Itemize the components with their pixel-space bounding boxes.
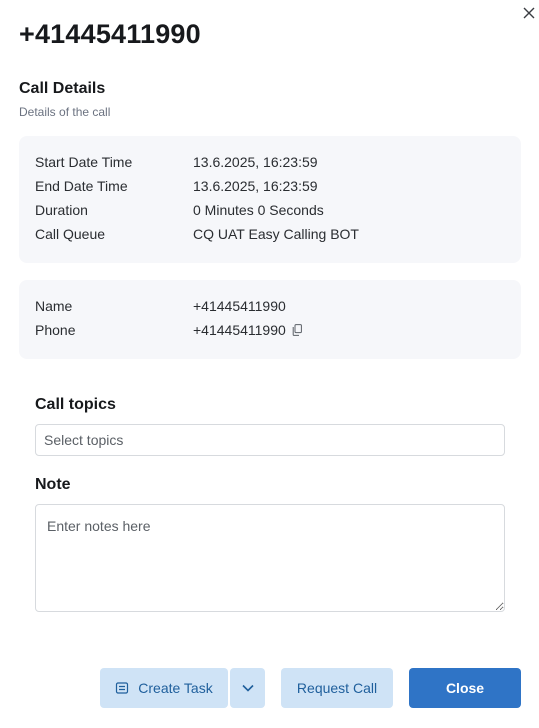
- detail-value: 0 Minutes 0 Seconds: [193, 202, 324, 218]
- chevron-down-icon: [241, 684, 254, 692]
- contact-value: +41445411990: [193, 322, 286, 338]
- detail-key: End Date Time: [35, 178, 128, 194]
- close-button[interactable]: Close: [409, 668, 521, 708]
- create-task-button[interactable]: Create Task: [100, 668, 228, 708]
- call-details-card: Start Date Time 13.6.2025, 16:23:59 End …: [19, 136, 521, 263]
- contact-key: Phone: [35, 322, 76, 338]
- detail-row-queue: Call Queue CQ UAT Easy Calling BOT: [35, 224, 359, 244]
- detail-value: 13.6.2025, 16:23:59: [193, 178, 318, 194]
- contact-card: Name +41445411990 Phone +41445411990: [19, 280, 521, 359]
- call-topics-select[interactable]: [35, 424, 505, 456]
- detail-value: CQ UAT Easy Calling BOT: [193, 226, 359, 242]
- contact-value: +41445411990: [193, 298, 286, 314]
- create-task-label: Create Task: [138, 680, 213, 696]
- detail-key: Duration: [35, 202, 88, 218]
- detail-key: Start Date Time: [35, 154, 133, 170]
- detail-value: 13.6.2025, 16:23:59: [193, 154, 318, 170]
- contact-key: Name: [35, 298, 73, 314]
- contact-value-wrap: +41445411990: [193, 322, 302, 338]
- task-icon: [115, 681, 129, 695]
- call-details-dialog: +41445411990 Call Details Details of the…: [0, 0, 539, 728]
- close-icon[interactable]: [520, 4, 538, 22]
- detail-row-end: End Date Time 13.6.2025, 16:23:59: [35, 176, 318, 196]
- detail-row-duration: Duration 0 Minutes 0 Seconds: [35, 200, 324, 220]
- copy-icon[interactable]: [292, 324, 302, 336]
- section-subtitle: Details of the call: [19, 105, 111, 119]
- create-task-dropdown-button[interactable]: [230, 668, 265, 708]
- section-title: Call Details: [19, 80, 106, 97]
- call-topics-label: Call topics: [35, 396, 116, 413]
- detail-row-start: Start Date Time 13.6.2025, 16:23:59: [35, 152, 318, 172]
- detail-key: Call Queue: [35, 226, 106, 242]
- contact-row-name: Name +41445411990: [35, 296, 286, 316]
- request-call-button[interactable]: Request Call: [281, 668, 393, 708]
- page-title: +41445411990: [19, 19, 201, 49]
- note-label: Note: [35, 476, 71, 493]
- note-textarea[interactable]: [35, 504, 505, 612]
- contact-row-phone: Phone +41445411990: [35, 320, 302, 340]
